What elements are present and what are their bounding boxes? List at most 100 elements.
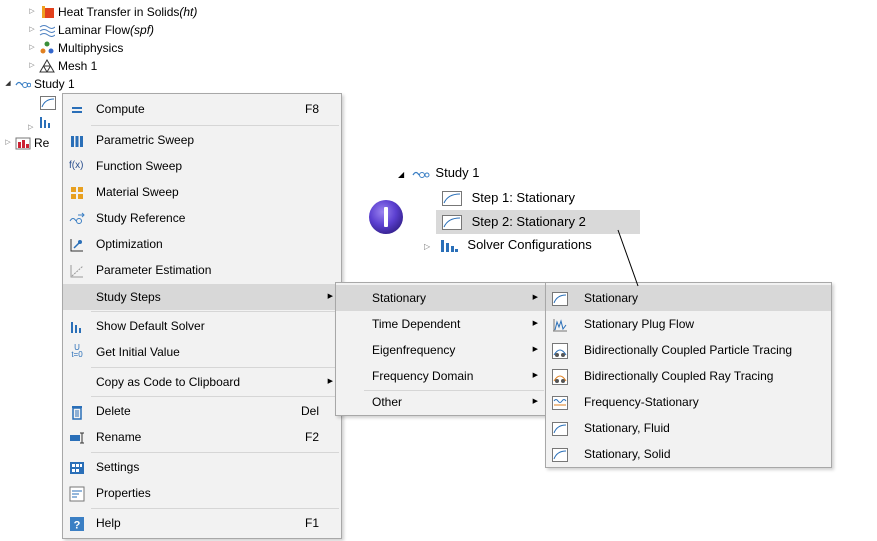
submenu-item-frequency-domain[interactable]: Frequency Domain ▶ (336, 363, 546, 389)
tree-item-mesh[interactable]: ▷ Mesh 1 (28, 57, 97, 75)
submenu-item-frequency-stationary[interactable]: Frequency-Stationary (546, 389, 831, 415)
callout-solver-label: Solver Configurations (467, 237, 592, 252)
svg-text:?: ? (74, 520, 81, 532)
menu-item-optimization[interactable]: Optimization (63, 231, 341, 257)
equals-icon (69, 101, 85, 117)
context-menu: Compute F8 Parametric Sweep f(x) Functio… (62, 93, 342, 539)
particle-tracing-icon (552, 342, 568, 359)
material-sweep-icon (69, 184, 85, 200)
menu-item-delete[interactable]: Delete Del (63, 398, 341, 424)
tree-item-label: Study 1 (34, 77, 75, 91)
tree-item-label: Re (34, 136, 50, 150)
submenu-item-particle-tracing[interactable]: Bidirectionally Coupled Particle Tracing (546, 337, 831, 363)
mesh-icon (39, 59, 55, 73)
settings-icon (69, 459, 85, 475)
study-reference-icon (69, 210, 85, 226)
menu-item-parameter-estimation[interactable]: Parameter Estimation (63, 257, 341, 283)
tree-item-label: Laminar Flow (58, 23, 131, 37)
menu-item-compute[interactable]: Compute F8 (63, 96, 341, 122)
menu-item-show-default-solver[interactable]: Show Default Solver (63, 313, 341, 339)
submenu-arrow-icon: ▶ (532, 320, 538, 327)
submenu-arrow-icon: ▶ (532, 346, 538, 353)
function-sweep-icon: f(x) (69, 160, 84, 171)
callout-step2-label: Step 2: Stationary 2 (471, 214, 586, 229)
study-icon (15, 77, 32, 91)
tree-item-results[interactable]: ▷ Re (4, 134, 49, 152)
menu-separator (91, 396, 339, 397)
expand-arrow-icon[interactable]: ▷ (28, 21, 36, 39)
menu-item-material-sweep[interactable]: Material Sweep (63, 179, 341, 205)
submenu-item-time-dependent[interactable]: Time Dependent ▶ (336, 311, 546, 337)
ray-tracing-icon (552, 368, 568, 385)
menu-item-help[interactable]: ? Help F1 (63, 510, 341, 536)
expand-arrow-icon[interactable]: ▷ (28, 57, 36, 75)
menu-separator (91, 311, 339, 312)
stationary-icon (442, 191, 462, 207)
heat-transfer-icon (39, 5, 55, 19)
submenu-item-stationary-fluid[interactable]: Stationary, Fluid (546, 415, 831, 441)
submenu-arrow-icon: ▶ (532, 294, 538, 301)
menu-separator (91, 125, 339, 126)
expand-arrow-icon[interactable]: ▷ (28, 3, 36, 21)
callout-step1: Step 1: Stationary (442, 189, 575, 207)
submenu-item-ray-tracing[interactable]: Bidirectionally Coupled Ray Tracing (546, 363, 831, 389)
tree-item-label: Multiphysics (58, 41, 124, 55)
callout-step1-label: Step 1: Stationary (471, 190, 575, 205)
submenu-arrow-icon: ▶ (327, 378, 333, 385)
menu-item-parametric-sweep[interactable]: Parametric Sweep (63, 127, 341, 153)
collapse-arrow-icon[interactable]: ◢ (4, 75, 12, 93)
expand-arrow-icon[interactable]: ▷ (28, 39, 36, 57)
tree-item-tag: (spf) (130, 23, 155, 37)
study-steps-submenu: Stationary ▶ Time Dependent ▶ Eigenfrequ… (335, 282, 547, 416)
properties-icon (69, 485, 85, 502)
tree-item-label: Heat Transfer in Solids (58, 5, 180, 19)
menu-item-study-steps[interactable]: Study Steps ▶ (63, 284, 341, 310)
callout-pointer-line (617, 229, 639, 287)
parameter-estimation-icon (69, 262, 85, 278)
results-icon (15, 136, 31, 150)
initial-value-icon: Ut=0 (71, 343, 83, 359)
callout-step2[interactable]: Step 2: Stationary 2 (442, 213, 586, 231)
menu-item-properties[interactable]: Properties (63, 480, 341, 506)
expand-arrow-icon[interactable]: ▷ (4, 134, 12, 152)
collapse-arrow-icon: ◢ (398, 170, 405, 179)
menu-item-settings[interactable]: Settings (63, 454, 341, 480)
laminar-flow-icon (39, 23, 56, 37)
solver-icon (69, 318, 85, 334)
menu-item-copy-as-code[interactable]: Copy as Code to Clipboard ▶ (63, 369, 341, 395)
rename-icon (69, 429, 85, 445)
multiphysics-icon (39, 41, 55, 55)
submenu-item-stationary[interactable]: Stationary ▶ (336, 285, 546, 311)
submenu-arrow-icon: ▶ (532, 372, 538, 379)
study-icon (412, 171, 430, 178)
tree-item-multiphysics[interactable]: ▷ Multiphysics (28, 39, 123, 57)
callout-solver: ▷ Solver Configurations (424, 236, 592, 254)
step-marker-badge (369, 200, 403, 234)
callout-study: ◢ Study 1 (398, 164, 480, 182)
tree-item-heat-transfer[interactable]: ▷ Heat Transfer in Solids (ht) (28, 3, 197, 21)
submenu-item-stationary-plug-flow[interactable]: Stationary Plug Flow (546, 311, 831, 337)
menu-item-get-initial-value[interactable]: Ut=0 Get Initial Value (63, 339, 341, 365)
submenu-arrow-icon: ▶ (532, 398, 538, 405)
submenu-item-stationary-solid[interactable]: Stationary, Solid (546, 441, 831, 467)
menu-item-function-sweep[interactable]: f(x) Function Sweep (63, 153, 341, 179)
submenu-item-other[interactable]: Other ▶ (336, 389, 546, 415)
stationary-icon (552, 420, 568, 436)
menu-separator (91, 367, 339, 368)
tree-item-study[interactable]: ◢ Study 1 (4, 75, 75, 93)
submenu-item-stationary[interactable]: Stationary (546, 285, 831, 311)
callout-study-label: Study 1 (435, 165, 480, 180)
menu-separator (91, 508, 339, 509)
submenu-item-eigenfrequency[interactable]: Eigenfrequency ▶ (336, 337, 546, 363)
menu-item-rename[interactable]: Rename F2 (63, 424, 341, 450)
trash-icon (69, 403, 85, 420)
frequency-stationary-icon (552, 394, 568, 410)
menu-item-study-reference[interactable]: Study Reference (63, 205, 341, 231)
submenu-arrow-icon: ▶ (327, 293, 333, 300)
solver-configurations-icon (440, 239, 458, 252)
stationary-submenu: Stationary Stationary Plug Flow Bidirect… (545, 282, 832, 468)
tree-item-laminar-flow[interactable]: ▷ Laminar Flow (spf) (28, 21, 154, 39)
stationary-icon (442, 215, 462, 231)
stationary-icon (552, 446, 568, 462)
help-icon: ? (69, 515, 85, 532)
